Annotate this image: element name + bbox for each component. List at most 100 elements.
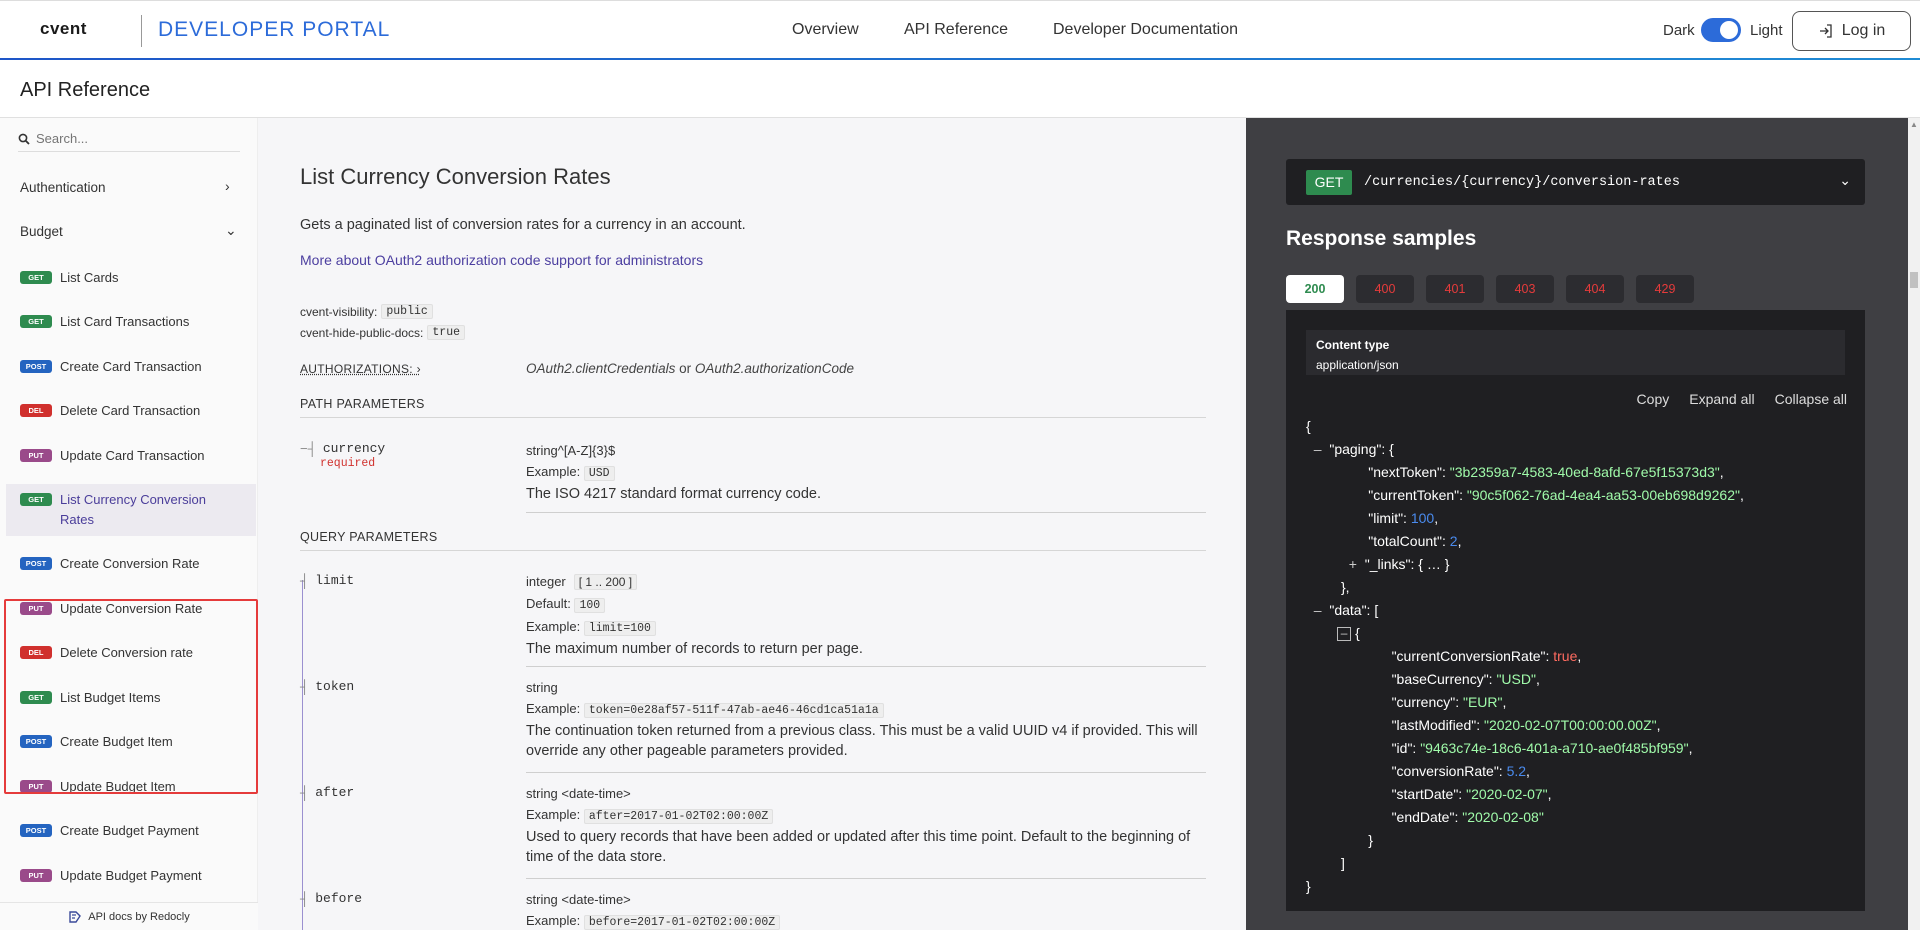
sidebar-item-label: Update Conversion Rate bbox=[60, 601, 203, 616]
path-parameters-header: PATH PARAMETERS bbox=[300, 397, 1206, 418]
method-badge: GET bbox=[20, 271, 52, 284]
param-currency-detail: string^[A-Z]{3}$ Example: USD The ISO 42… bbox=[526, 440, 1206, 504]
sidebar-item-delete-conversion-rate[interactable]: DEL Delete Conversion rate bbox=[20, 643, 248, 663]
json-line: "nextToken": "3b2359a7-4583-40ed-8afd-67… bbox=[1306, 464, 1724, 480]
sidebar-item-label: Create Budget Item bbox=[60, 734, 173, 749]
sidebar-item-list-currency-conversion-rates[interactable]: GET List Currency Conversion Rates bbox=[6, 484, 256, 536]
tab-404[interactable]: 404 bbox=[1566, 275, 1624, 303]
json-line: "conversionRate": 5.2, bbox=[1306, 763, 1530, 779]
collapse-box-icon[interactable]: – bbox=[1337, 627, 1352, 642]
operation-description: Gets a paginated list of conversion rate… bbox=[300, 217, 746, 233]
sidebar-item-label: List Card Transactions bbox=[60, 314, 190, 329]
sidebar-item-label: Update Budget Payment bbox=[60, 868, 202, 883]
json-value: "2020-02-07" bbox=[1466, 786, 1548, 802]
sidebar-item-list-cards[interactable]: GET List Cards bbox=[20, 268, 248, 288]
nav-developer-documentation[interactable]: Developer Documentation bbox=[1053, 21, 1238, 39]
json-line: } bbox=[1306, 832, 1373, 848]
theme-toggle[interactable] bbox=[1701, 18, 1741, 42]
json-line: –{ bbox=[1306, 622, 1744, 645]
tree-tick-icon: ┤ bbox=[300, 891, 310, 906]
login-button[interactable]: Log in bbox=[1792, 11, 1911, 51]
json-line: "startDate": "2020-02-07", bbox=[1306, 786, 1552, 802]
toggle-knob bbox=[1720, 21, 1738, 39]
sidebar-item-update-card-transaction[interactable]: PUT Update Card Transaction bbox=[20, 446, 248, 466]
tree-tick-icon: −┤ bbox=[300, 441, 317, 456]
copy-button[interactable]: Copy bbox=[1637, 391, 1670, 407]
collapse-all-button[interactable]: Collapse all bbox=[1775, 391, 1847, 407]
param-name: token bbox=[315, 679, 355, 694]
theme-dark-label: Dark bbox=[1663, 22, 1695, 39]
sidebar-item-create-conversion-rate[interactable]: POST Create Conversion Rate bbox=[20, 554, 248, 574]
sidebar-item-label: Update Card Transaction bbox=[60, 448, 205, 463]
page-scrollbar[interactable]: ▲ bbox=[1908, 118, 1920, 930]
json-line: "totalCount": 2, bbox=[1306, 533, 1462, 549]
auth-or: or bbox=[675, 361, 695, 376]
nav-api-reference[interactable]: API Reference bbox=[904, 21, 1008, 39]
search-input[interactable] bbox=[36, 131, 226, 146]
param-type: integer bbox=[526, 574, 566, 589]
sidebar-item-update-conversion-rate[interactable]: PUT Update Conversion Rate bbox=[20, 599, 248, 619]
param-before-detail: string <date-time> Example: before=2017-… bbox=[526, 889, 1206, 930]
tab-400[interactable]: 400 bbox=[1356, 275, 1414, 303]
content-type-label: Content type bbox=[1316, 338, 1390, 352]
param-name: after bbox=[315, 785, 355, 800]
page-header: API Reference bbox=[0, 60, 1920, 118]
json-sample: { – "paging": { "nextToken": "3b2359a7-4… bbox=[1306, 415, 1744, 898]
json-line: "limit": 100, bbox=[1306, 510, 1439, 526]
sidebar-group-authentication[interactable]: Authentication bbox=[20, 180, 106, 195]
authorizations-toggle[interactable]: AUTHORIZATIONS: › bbox=[300, 362, 421, 376]
collapse-toggle[interactable]: – bbox=[1314, 602, 1322, 618]
extension-value: public bbox=[381, 304, 433, 319]
cvent-logo[interactable]: cvent bbox=[40, 19, 87, 39]
query-parameters-header: QUERY PARAMETERS bbox=[300, 530, 1206, 551]
sidebar-item-label: Create Card Transaction bbox=[60, 359, 202, 374]
chevron-right-icon[interactable]: › bbox=[225, 178, 230, 194]
param-currency: −┤ currency bbox=[300, 441, 385, 456]
param-token-detail: string Example: token=0e28af57-511f-47ab… bbox=[526, 677, 1206, 761]
tab-200[interactable]: 200 bbox=[1286, 275, 1344, 303]
tab-401[interactable]: 401 bbox=[1426, 275, 1484, 303]
sidebar-item-update-budget-payment[interactable]: PUT Update Budget Payment bbox=[20, 866, 248, 886]
param-type: string^[A-Z]{3}$ bbox=[526, 443, 616, 458]
chevron-down-icon[interactable]: ⌄ bbox=[225, 222, 237, 239]
tab-429[interactable]: 429 bbox=[1636, 275, 1694, 303]
required-label: required bbox=[320, 457, 376, 470]
top-nav: cvent DEVELOPER PORTAL Overview API Refe… bbox=[0, 0, 1920, 61]
redocly-icon bbox=[69, 910, 82, 923]
content-type-value: application/json bbox=[1316, 358, 1399, 372]
method-badge: GET bbox=[20, 493, 52, 506]
sidebar-item-list-budget-items[interactable]: GET List Budget Items bbox=[20, 688, 248, 708]
nav-overview[interactable]: Overview bbox=[792, 21, 859, 39]
portal-title[interactable]: DEVELOPER PORTAL bbox=[158, 18, 390, 42]
param-limit: ┤ limit bbox=[300, 573, 354, 588]
sidebar-item-list-card-transactions[interactable]: GET List Card Transactions bbox=[20, 312, 248, 332]
sidebar-group-budget[interactable]: Budget bbox=[20, 224, 63, 239]
param-token: ┤ token bbox=[300, 679, 354, 694]
page-title: API Reference bbox=[20, 79, 151, 101]
tree-tick-icon: ┤ bbox=[300, 573, 310, 588]
expand-toggle[interactable]: + bbox=[1349, 556, 1357, 572]
expand-all-button[interactable]: Expand all bbox=[1689, 391, 1754, 407]
param-description: The continuation token returned from a p… bbox=[526, 723, 1198, 759]
collapse-toggle[interactable]: – bbox=[1314, 441, 1322, 457]
scroll-up-icon[interactable]: ▲ bbox=[1910, 120, 1918, 129]
sidebar-item-label: Delete Conversion rate bbox=[60, 645, 193, 660]
json-line: + "_links": { … } bbox=[1348, 556, 1450, 572]
sidebar-item-delete-card-transaction[interactable]: DEL Delete Card Transaction bbox=[20, 401, 248, 421]
scrollbar-thumb[interactable] bbox=[1910, 272, 1918, 288]
endpoint-bar[interactable]: GET /currencies/{currency}/conversion-ra… bbox=[1286, 159, 1865, 205]
sidebar-item-create-budget-item[interactable]: POST Create Budget Item bbox=[20, 732, 248, 752]
sidebar-item-update-budget-item[interactable]: PUT Update Budget Item bbox=[20, 777, 248, 797]
chevron-down-icon[interactable]: ⌄ bbox=[1839, 172, 1851, 189]
sidebar-item-create-card-transaction[interactable]: POST Create Card Transaction bbox=[20, 357, 248, 377]
param-name: limit bbox=[315, 573, 355, 588]
json-line: "id": "9463c74e-18c6-401a-a710-ae0f485bf… bbox=[1306, 740, 1693, 756]
json-line: – "paging": { bbox=[1313, 441, 1394, 457]
chevron-right-icon: › bbox=[416, 362, 421, 376]
sidebar-item-create-budget-payment[interactable]: POST Create Budget Payment bbox=[20, 821, 248, 841]
authorizations-value: OAuth2.clientCredentials or OAuth2.autho… bbox=[526, 361, 854, 376]
oauth-link[interactable]: More about OAuth2 authorization code sup… bbox=[300, 252, 703, 268]
tab-403[interactable]: 403 bbox=[1496, 275, 1554, 303]
param-separator bbox=[526, 772, 1206, 773]
redocly-footer[interactable]: API docs by Redocly bbox=[0, 902, 258, 930]
